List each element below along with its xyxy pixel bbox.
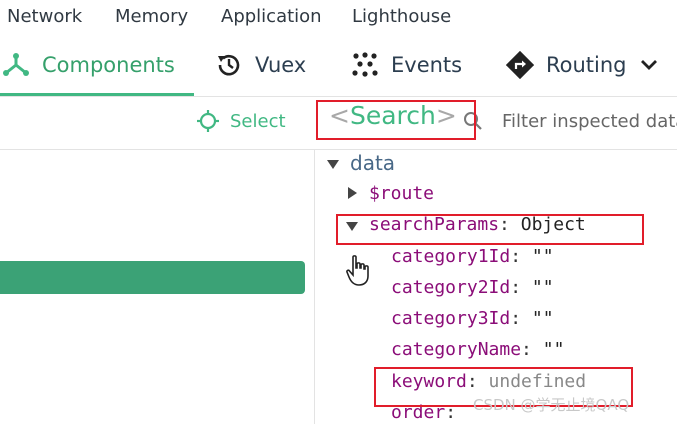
nav-vuex[interactable]: Vuex xyxy=(215,34,306,96)
events-icon xyxy=(352,52,378,77)
select-component-button[interactable]: Select xyxy=(196,109,286,133)
target-icon xyxy=(197,110,219,132)
tab-application[interactable]: Application xyxy=(221,6,322,27)
route-entry[interactable]: $route xyxy=(369,183,434,204)
vue-devtools-nav: Components Vuex Events Routing xyxy=(0,34,677,97)
property-row[interactable]: category3Id: "" xyxy=(391,308,554,329)
annotation-box-search-params xyxy=(336,214,644,245)
nav-components[interactable]: Components xyxy=(2,34,175,96)
property-key: category2Id xyxy=(391,277,511,298)
expand-route-icon[interactable] xyxy=(348,187,357,199)
vue-devtools-window: Network Memory Application Lighthouse Co… xyxy=(0,0,677,424)
history-icon xyxy=(218,54,240,76)
nav-components-label: Components xyxy=(42,53,175,77)
nav-routing-label: Routing xyxy=(546,53,627,77)
active-tab-indicator xyxy=(0,93,194,96)
component-tree-pane xyxy=(0,150,315,424)
collapse-data-icon[interactable] xyxy=(327,160,339,169)
data-section-title[interactable]: data xyxy=(350,151,395,175)
filter-data-input[interactable] xyxy=(502,107,677,135)
hand-cursor-icon xyxy=(346,255,369,286)
routing-icon xyxy=(506,51,534,79)
property-row[interactable]: category2Id: "" xyxy=(391,277,554,298)
property-value: "" xyxy=(531,277,554,298)
tab-network[interactable]: Network xyxy=(7,6,82,27)
property-key: category3Id xyxy=(391,308,511,329)
nav-events-label: Events xyxy=(391,53,463,77)
property-key: category1Id xyxy=(391,246,511,267)
property-value: "" xyxy=(542,339,565,360)
route-key: $route xyxy=(369,183,435,204)
tab-lighthouse[interactable]: Lighthouse xyxy=(352,6,451,27)
property-value: "" xyxy=(531,246,554,267)
annotation-box-search xyxy=(316,100,476,140)
chevron-down-icon xyxy=(641,60,657,70)
select-label: Select xyxy=(230,110,286,132)
nav-events[interactable]: Events xyxy=(351,34,462,96)
watermark: CSDN @学无止境QAQ xyxy=(473,396,630,414)
devtools-tab-bar: Network Memory Application Lighthouse xyxy=(0,0,677,35)
nav-vuex-label: Vuex xyxy=(255,53,307,77)
property-key: categoryName xyxy=(391,339,522,360)
selected-component-row[interactable] xyxy=(0,261,305,294)
property-value: "" xyxy=(531,308,554,329)
property-row[interactable]: categoryName: "" xyxy=(391,339,564,360)
property-row[interactable]: category1Id: "" xyxy=(391,246,554,267)
nav-more-button[interactable] xyxy=(638,34,660,96)
components-icon xyxy=(3,53,29,76)
nav-routing[interactable]: Routing xyxy=(506,34,627,96)
tab-memory[interactable]: Memory xyxy=(115,6,188,27)
